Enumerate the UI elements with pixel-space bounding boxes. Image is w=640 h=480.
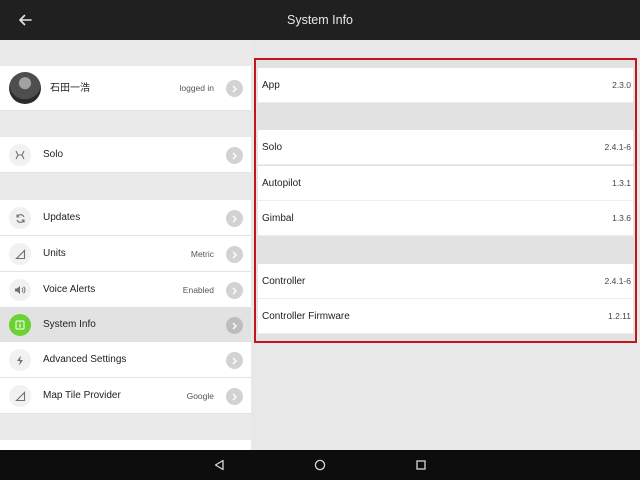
sidebar-item-advanced-settings[interactable]: Advanced Settings — [0, 342, 251, 378]
sidebar-item-system-info[interactable]: System Info — [0, 307, 251, 343]
sidebar-item-label: Map Tile Provider — [43, 390, 121, 401]
sidebar-item-units[interactable]: Units Metric — [0, 236, 251, 272]
info-label: Autopilot — [262, 178, 301, 189]
info-row-controller-firmware: Controller Firmware 1.2.11 — [258, 299, 633, 334]
chevron-right-icon — [226, 352, 243, 369]
info-value: 2.4.1-6 — [604, 276, 631, 286]
info-row-autopilot: Autopilot 1.3.1 — [258, 166, 633, 201]
chevron-right-icon — [226, 147, 243, 164]
sidebar-item-solo[interactable]: Solo — [0, 137, 251, 173]
ruler-icon — [9, 243, 31, 265]
chevron-right-icon — [226, 80, 243, 97]
nav-home-icon[interactable] — [311, 456, 329, 474]
page-title: System Info — [287, 13, 353, 27]
lightning-icon — [9, 349, 31, 371]
refresh-icon — [9, 207, 31, 229]
info-value: 2.4.1-6 — [604, 142, 631, 152]
chevron-right-icon — [226, 282, 243, 299]
chevron-right-icon — [226, 210, 243, 227]
sidebar-item-profile[interactable]: 石田一浩 logged in — [0, 66, 251, 111]
info-value: 2.3.0 — [612, 80, 631, 90]
system-nav-bar — [0, 450, 640, 480]
avatar — [9, 72, 41, 104]
chevron-right-icon — [226, 317, 243, 334]
info-value: 1.3.1 — [612, 178, 631, 188]
info-row-solo: Solo 2.4.1-6 — [258, 130, 633, 165]
map-tile-provider-value: Google — [186, 391, 214, 401]
info-row-app: App 2.3.0 — [258, 68, 633, 103]
sidebar-item-label: System Info — [43, 319, 96, 330]
map-icon — [9, 385, 31, 407]
sidebar-item-label: Units — [43, 248, 66, 259]
chevron-right-icon — [226, 388, 243, 405]
info-row-gimbal: Gimbal 1.3.6 — [258, 201, 633, 236]
voice-alerts-value: Enabled — [182, 285, 214, 295]
sidebar-item-updates[interactable]: Updates — [0, 200, 251, 236]
list-footer — [0, 440, 251, 450]
sidebar-item-label: Voice Alerts — [43, 284, 96, 295]
system-info-pane: App 2.3.0 Solo 2.4.1-6 Autopilot 1.3.1 G… — [251, 40, 640, 450]
sidebar-item-voice-alerts[interactable]: Voice Alerts Enabled — [0, 272, 251, 308]
info-label: Controller — [262, 276, 306, 287]
info-row-controller: Controller 2.4.1-6 — [258, 264, 633, 299]
info-value: 1.2.11 — [607, 311, 631, 321]
chevron-right-icon — [226, 246, 243, 263]
nav-recents-icon[interactable] — [412, 456, 430, 474]
settings-sidebar: 石田一浩 logged in Solo Updates Units Metric — [0, 40, 251, 450]
solo-drone-icon — [9, 144, 31, 166]
app-bar: System Info — [0, 0, 640, 40]
login-status: logged in — [179, 83, 214, 93]
sidebar-item-map-tile-provider[interactable]: Map Tile Provider Google — [0, 378, 251, 414]
info-label: App — [262, 80, 280, 91]
info-icon — [9, 314, 31, 336]
info-label: Solo — [262, 142, 283, 153]
sidebar-item-label: Advanced Settings — [43, 354, 127, 365]
speaker-icon — [9, 279, 31, 301]
info-value: 1.3.6 — [612, 213, 631, 223]
profile-name: 石田一浩 — [50, 83, 90, 94]
info-label: Gimbal — [262, 213, 294, 224]
system-info-highlight: App 2.3.0 Solo 2.4.1-6 Autopilot 1.3.1 G… — [254, 58, 637, 343]
sidebar-item-label: Solo — [43, 149, 64, 160]
sidebar-item-label: Updates — [43, 212, 81, 223]
info-label: Controller Firmware — [262, 311, 350, 322]
units-value: Metric — [190, 249, 214, 259]
nav-back-icon[interactable] — [210, 456, 228, 474]
